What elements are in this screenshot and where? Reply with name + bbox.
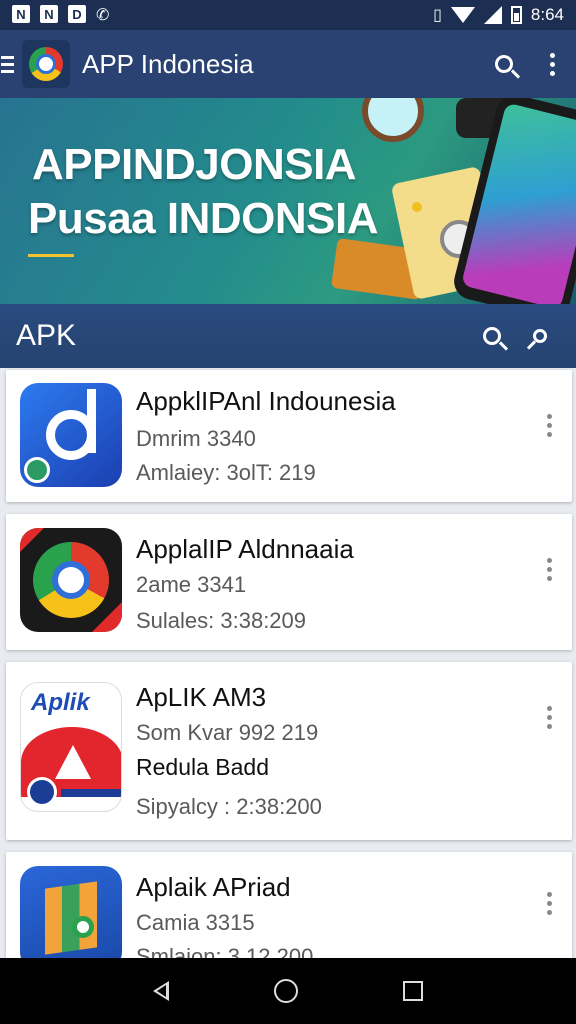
more-vert-icon[interactable] [544,706,554,729]
app-meta: 2ame 3341 [136,572,247,597]
app-bar: APP Indonesia [0,30,576,98]
app-name: ApLIK AM3 [136,682,267,712]
search-icon [495,55,513,73]
back-icon[interactable] [152,981,169,1001]
app-meta: Sulales: 3:38:209 [136,608,307,633]
battery-icon [510,6,522,24]
more-vert-icon[interactable] [544,892,554,915]
app-list: AppklIPAnl Indounesia Dmrim 3340 Amlaiey… [0,368,576,958]
navigation-bar [0,958,576,1024]
more-vert-icon[interactable] [544,414,554,437]
app-card[interactable]: ApplalIP Aldnnaaia 2ame 3341 Sulales: 3:… [6,514,572,650]
banner-underline [28,254,74,257]
notification-icons: N N D ✆ [12,5,109,25]
notification-icon: ✆ [96,7,110,24]
app-card[interactable]: Aplik ApLIK AM3 Som Kvar 992 219 Redula … [6,662,572,840]
more-options-button[interactable] [528,40,576,88]
signal-icon [483,6,502,24]
section-header: APK [0,304,576,368]
wifi-icon [450,7,475,23]
pin-icon [533,329,547,343]
banner-art [362,98,424,142]
app-name: ApplalIP Aldnnaaia [136,534,354,564]
app-logo-icon [22,40,70,88]
vibrate-icon: ▯ [433,7,442,24]
app-icon: Aplik [20,682,122,812]
system-icons: ▯ 8:64 [433,5,564,25]
banner-subheadline: Pusaa INDONSIA [28,194,378,243]
app-meta: Som Kvar 992 219 [136,720,319,745]
app-meta: Camia 3315 [136,910,255,935]
app-icon [20,528,122,632]
notification-icon: N [12,5,30,23]
app-card[interactable]: Aplaik APriad Camia 3315 Smlaion: 3 12 2… [6,852,572,958]
app-meta: Sipyalcy : 2:38:200 [136,794,322,819]
menu-icon[interactable] [0,55,14,73]
app-icon-text: Aplik [31,689,90,716]
status-time: 8:64 [530,5,564,24]
app-meta: Amlaiey: 3olT: 219 [136,460,316,485]
app-icon [20,866,122,958]
section-pin-button[interactable] [516,312,564,360]
app-name: AppklIPAnl Indounesia [136,386,396,416]
promo-banner[interactable]: APPINDJONSIA Pusaa INDONSIA [0,98,576,304]
banner-headline: APPINDJONSIA [32,140,357,189]
app-meta: Smlaion: 3 12 200 [136,944,314,958]
home-icon[interactable] [273,979,298,1003]
notification-icon: D [68,5,86,23]
notification-icon: N [40,5,58,23]
app-name: Aplaik APriad [136,872,291,902]
status-bar: N N D ✆ ▯ 8:64 [0,0,576,30]
search-button[interactable] [480,40,528,88]
more-vert-icon[interactable] [544,558,554,581]
recent-apps-icon[interactable] [403,981,424,1001]
app-subtitle: Redula Badd [136,754,269,780]
app-meta: Dmrim 3340 [136,426,256,451]
search-icon [483,327,501,345]
app-title: APP Indonesia [82,48,254,79]
more-vert-icon [549,52,555,76]
app-card[interactable]: AppklIPAnl Indounesia Dmrim 3340 Amlaiey… [6,370,572,502]
section-title: APK [16,319,77,352]
banner-art [412,202,422,212]
app-icon [20,383,122,487]
section-search-button[interactable] [468,312,516,360]
